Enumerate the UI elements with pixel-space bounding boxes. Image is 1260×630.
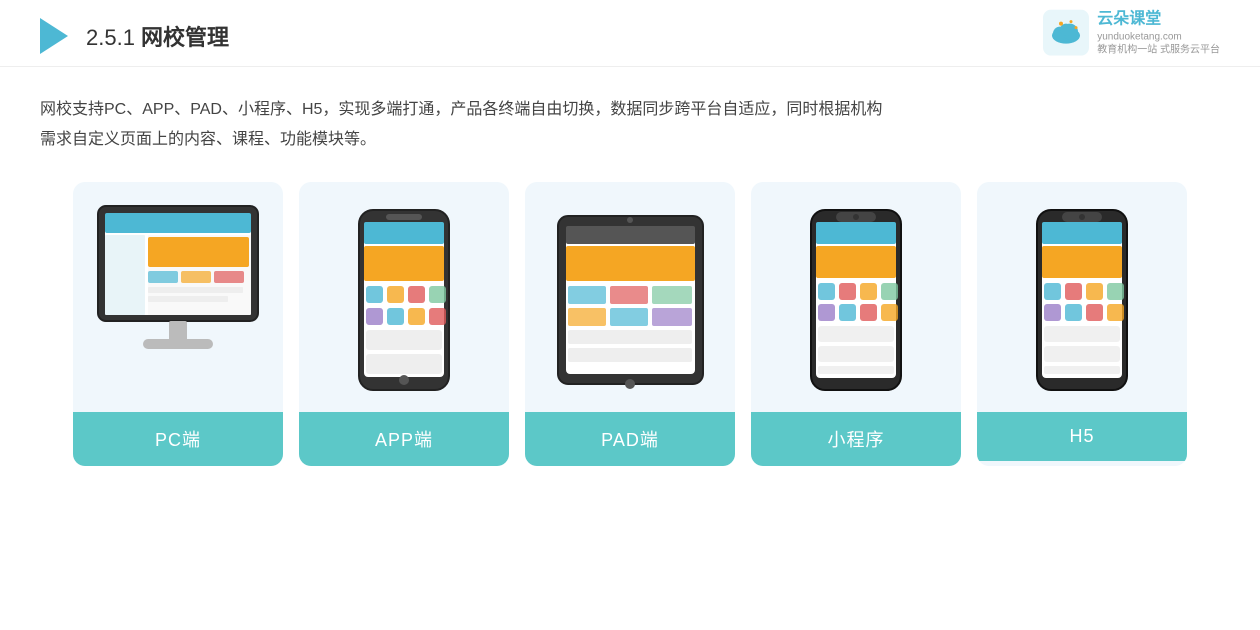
card-pc: PC端 [73,182,283,466]
page-title: 2.5.1 网校管理 [86,20,229,52]
card-app-image [299,182,509,412]
h5-phone-svg [1032,208,1132,393]
card-miniapp: 小程序 [751,182,961,466]
card-pc-label: PC端 [73,412,283,466]
brand-text: 云朵课堂 yunduoketang.com 教育机构一站 式服务云平台 [1097,10,1220,57]
card-h5: H5 [977,182,1187,466]
brand-icon [1043,10,1089,56]
miniapp-phone-svg [806,208,906,393]
app-phone-svg [354,208,454,393]
page-header: 2.5.1 网校管理 云朵课堂 yunduoketang.com 教育机构一站 … [0,0,1260,67]
card-pad-image [525,182,735,412]
brand-logo: 云朵课堂 yunduoketang.com 教育机构一站 式服务云平台 [1043,10,1220,57]
pad-tablet-svg [553,208,708,393]
card-pad: PAD端 [525,182,735,466]
card-app: APP端 [299,182,509,466]
card-miniapp-image [751,182,961,412]
card-h5-image [977,182,1187,412]
card-pc-image [73,182,283,412]
card-app-label: APP端 [299,412,509,466]
device-cards-section: PC端 [0,172,1260,486]
card-h5-label: H5 [977,412,1187,461]
description-text: 网校支持PC、APP、PAD、小程序、H5，实现多端打通，产品各终端自由切换，数… [0,67,1260,172]
logo-triangle-icon [40,18,68,54]
card-miniapp-label: 小程序 [751,412,961,466]
card-pad-label: PAD端 [525,412,735,466]
pc-monitor-svg [93,201,263,401]
